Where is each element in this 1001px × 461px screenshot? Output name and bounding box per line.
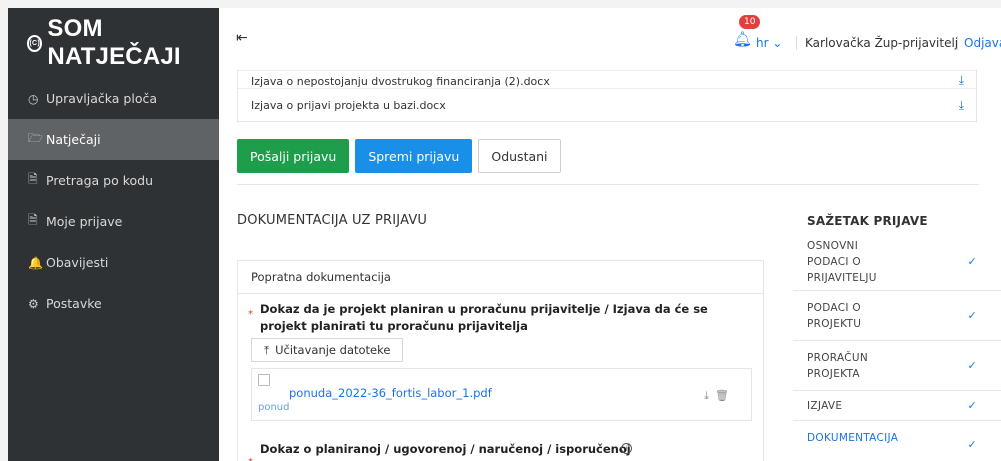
document-name: Izjava o prijavi projekta u bazi.docx [251,98,446,112]
document-search-icon: 🗎 [28,172,38,186]
sidebar-item-my-applications[interactable]: 🗎 Moje prijave [8,201,219,242]
folder-icon: 🗁 [28,131,43,145]
sidebar-item-search-by-code[interactable]: 🗎 Pretraga po kodu [8,160,219,201]
file-thumbnail-alt: ponud [258,402,290,413]
language-selector[interactable]: hr ⌄ [756,36,782,50]
field-label-line: projekt planirati tu proračunu prijavite… [260,319,528,333]
notification-badge: 10 [739,15,761,29]
bell-icon: 🔔︎ [733,30,753,48]
menu-toggle-icon[interactable]: ⇤ [236,30,248,46]
sidebar-item-label: Natječaji [46,132,101,147]
logout-link[interactable]: Odjava [957,36,1001,50]
sidebar-item-label: Pretraga po kodu [46,173,153,188]
upload-file-button[interactable]: ⤒ Učitavanje datoteke [251,338,404,362]
uploaded-file: ponud ponuda_2022-36_fortis_labor_1.pdf … [251,368,752,421]
bell-icon: 🔔 [28,255,43,270]
download-icon[interactable]: ⤓ [704,389,715,402]
field-label-line: Dokaz o planiranoj / ugovorenoj / naruče… [260,442,631,456]
sidebar: (C) SOM NATJEČAJI ◷ Upravljačka ploča 🗁 … [8,8,219,461]
sidebar-item-label: Upravljačka ploča [46,91,157,106]
document-row: Izjava o nepostojanju dvostrukog financi… [238,70,976,88]
sidebar-item-label: Moje prijave [46,214,123,229]
save-application-button[interactable]: Spremi prijavu [355,139,473,173]
check-icon: ✓ [967,255,977,268]
divider [237,184,979,185]
file-actions: ⤓🗑︎ [704,389,735,403]
field-label: Dokaz o planiranoj / ugovorenoj / naruče… [260,441,631,458]
action-buttons: Pošalji prijavu Spremi prijavu Odustani [237,139,561,173]
application-summary: SAŽETAK PRIJAVE OSNOVNI PODACI O PRIJAVI… [793,208,1001,455]
field-label-line: Dokaz da je projekt planiran u proračunu… [260,302,708,316]
document-list: Izjava o nepostojanju dvostrukog financi… [237,70,977,122]
dashboard-icon: ◷ [28,91,39,106]
required-marker: * [248,309,253,320]
required-marker: * [248,457,253,461]
user-name[interactable]: Karlovačka Žup-prijavitelj [796,36,958,50]
sidebar-item-dashboard[interactable]: ◷ Upravljačka ploča [8,78,219,119]
card-title: Popratna dokumentacija [238,261,763,294]
document-name: Izjava o nepostojanju dvostrukog financi… [251,75,550,88]
summary-item-project[interactable]: PODACI O PROJEKTU ✓ [793,291,1001,341]
logo-mark: (C) [27,34,43,52]
sidebar-item-notifications[interactable]: 🔔 Obavijesti [8,242,219,283]
sidebar-item-natjecaji[interactable]: 🗁 Natječaji [8,119,219,160]
sidebar-item-label: Obavijesti [46,255,109,270]
send-application-button[interactable]: Pošalji prijavu [237,139,350,173]
cancel-button[interactable]: Odustani [478,139,561,173]
gear-icon: ⚙ [28,296,39,311]
summary-item-statements[interactable]: IZJAVE ✓ [793,391,1001,421]
broken-image-icon [258,374,270,386]
summary-item-budget[interactable]: PRORAČUN PROJEKTA ✓ [793,341,1001,391]
upload-icon: ⤒ [264,342,270,357]
summary-item-label: PRORAČUN PROJEKTA [807,351,869,380]
summary-item-label: OSNOVNI PODACI O PRIJAVITELJU [807,240,877,284]
trash-icon[interactable]: 🗑︎ [715,389,735,402]
summary-item-label: DOKUMENTACIJA [807,432,899,444]
summary-title: SAŽETAK PRIJAVE [807,214,928,228]
upload-label: Učitavanje datoteke [275,343,391,357]
notifications-button[interactable]: 🔔︎ 10 [733,15,761,48]
file-link[interactable]: ponuda_2022-36_fortis_labor_1.pdf [289,386,492,400]
check-icon: ✓ [967,438,977,451]
check-icon: ✓ [967,358,977,372]
supporting-documents-card: Popratna dokumentacija * Dokaz da je pro… [237,260,764,461]
top-bar: ⇤ 🔔︎ 10 hr ⌄ Karlovačka Žup-prijavitelj … [219,8,1001,70]
summary-item-label: IZJAVE [807,399,843,412]
language-label: hr [756,36,769,50]
main-content: Izjava o nepostojanju dvostrukog financi… [219,70,1001,461]
summary-item-documentation[interactable]: DOKUMENTACIJA ✓ [793,421,1001,455]
document-row: Izjava o prijavi projekta u bazi.docx ⤓ [238,88,976,121]
chevron-down-icon: ⌄ [772,36,783,50]
summary-item-applicant[interactable]: OSNOVNI PODACI O PRIJAVITELJU ✓ [793,234,1001,291]
check-icon: ✓ [967,398,977,412]
section-title: DOKUMENTACIJA UZ PRIJAVU [237,213,428,228]
download-icon[interactable]: ⤓ [959,98,964,113]
summary-item-label: PODACI O PROJEKTU [807,301,862,330]
info-icon[interactable]: i [621,443,632,454]
field-label: Dokaz da je projekt planiran u proračunu… [260,301,708,335]
document-icon: 🗎 [28,213,38,227]
sidebar-item-settings[interactable]: ⚙ Postavke [8,283,219,324]
sidebar-item-label: Postavke [46,296,102,311]
check-icon: ✓ [967,308,977,322]
app-logo[interactable]: (C) SOM NATJEČAJI [8,8,219,78]
logo-text: SOM NATJEČAJI [47,15,181,70]
download-icon[interactable]: ⤓ [959,73,964,88]
